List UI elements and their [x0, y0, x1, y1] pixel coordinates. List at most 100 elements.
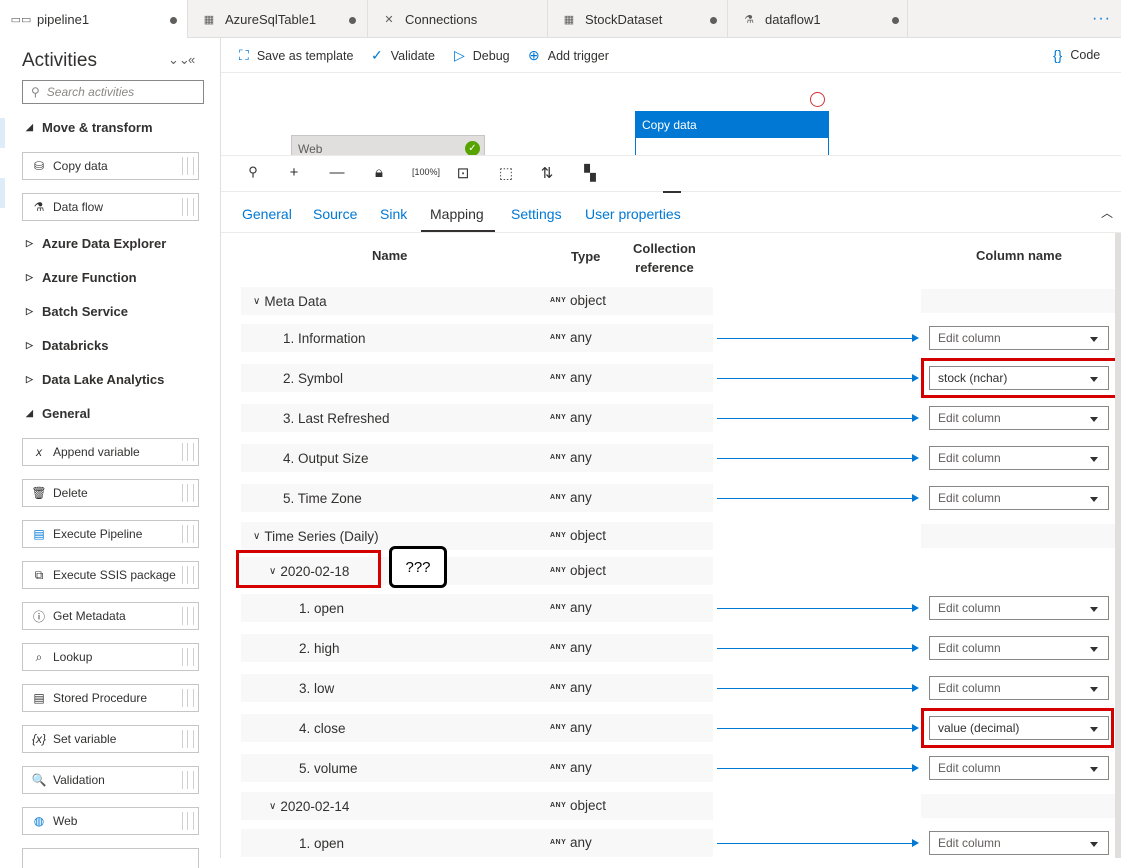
tab-user-properties[interactable]: User properties — [585, 206, 681, 222]
more-tabs-icon[interactable]: ··· — [1092, 10, 1111, 28]
activity-web[interactable]: ◍ Web — [22, 807, 199, 835]
collapse-sidebar-icon[interactable]: « — [188, 52, 195, 67]
column-select[interactable]: Edit column — [929, 636, 1109, 660]
auto-align-icon[interactable]: ⇅ — [537, 164, 557, 182]
drag-handle-icon[interactable] — [182, 157, 194, 175]
drag-handle-icon[interactable] — [182, 771, 194, 789]
row-name: 2. high — [299, 640, 340, 656]
mapping-row[interactable]: 5. Time Zone — [241, 484, 713, 512]
mapping-row[interactable]: 3. Last Refreshed — [241, 404, 713, 432]
column-select[interactable]: Edit column — [929, 406, 1109, 430]
group-move-transform[interactable]: ◢ Move & transform — [26, 120, 153, 135]
column-select[interactable]: Edit column — [929, 486, 1109, 510]
tab-azuresqltable1[interactable]: ▦ AzureSqlTable1 — [188, 0, 368, 38]
chevron-down-icon — [1090, 337, 1098, 342]
chevron-down-icon[interactable]: ∨ — [253, 296, 260, 307]
layout-icon[interactable]: ▚ — [580, 164, 600, 182]
mapping-row[interactable]: 2. high — [241, 634, 713, 662]
search-icon[interactable]: ⚲ — [243, 164, 263, 180]
chevron-down-icon[interactable]: ∨ — [269, 801, 276, 812]
activity-execute-pipeline[interactable]: ▤ Execute Pipeline — [22, 520, 199, 548]
drag-handle-icon[interactable] — [182, 730, 194, 748]
drag-handle-icon[interactable] — [182, 443, 194, 461]
activity-append-variable[interactable]: x Append variable — [22, 438, 199, 466]
search-activities-input[interactable]: ⚲ Search activities — [22, 80, 204, 104]
chevron-down-icon[interactable]: ∨ — [253, 531, 260, 542]
group-batch-service[interactable]: ▷ Batch Service — [26, 304, 128, 319]
tab-settings[interactable]: Settings — [511, 206, 562, 222]
group-databricks[interactable]: ▷ Databricks — [26, 338, 108, 353]
drag-handle-icon[interactable] — [182, 198, 194, 216]
mapping-row[interactable]: 1. open — [241, 594, 713, 622]
select-icon[interactable]: ⬚ — [496, 164, 516, 182]
zoom-in-icon[interactable]: + — [284, 164, 304, 181]
collapse-panel-icon[interactable]: ︿ — [1101, 204, 1113, 221]
collapse-all-icon[interactable]: ⌄⌄ — [168, 52, 190, 68]
collapsed-caret-icon: ▷ — [26, 374, 33, 384]
web-activity-node[interactable]: Web ✓ — [291, 135, 485, 155]
drag-handle-icon[interactable] — [182, 525, 194, 543]
mapping-row[interactable]: 4. Output Size — [241, 444, 713, 472]
zoom-out-icon[interactable]: — — [327, 164, 347, 181]
validate-button[interactable]: ✓ Validate — [371, 47, 435, 64]
mapping-row-group[interactable]: ∨ Meta Data — [241, 287, 713, 315]
vertical-scrollbar[interactable] — [1115, 233, 1121, 858]
row-type: any — [570, 680, 592, 695]
row-type: any — [570, 370, 592, 385]
group-azure-function[interactable]: ▷ Azure Function — [26, 270, 137, 285]
activity-get-metadata[interactable]: ⓘ Get Metadata — [22, 602, 199, 630]
pipeline-canvas[interactable]: Web ✓ Copy data — [221, 73, 1121, 155]
column-select[interactable]: Edit column — [929, 326, 1109, 350]
mapping-row[interactable]: 1. Information — [241, 324, 713, 352]
activity-validation[interactable]: 🔍 Validation — [22, 766, 199, 794]
column-select[interactable]: Edit column — [929, 446, 1109, 470]
tab-sink[interactable]: Sink — [380, 206, 407, 222]
fit-to-window-icon[interactable]: ⊡ — [453, 164, 473, 182]
row-type: any — [570, 410, 592, 425]
column-select[interactable]: Edit column — [929, 596, 1109, 620]
copy-data-node[interactable]: Copy data — [635, 111, 829, 155]
zoom-100-icon[interactable]: [100%] — [412, 167, 440, 177]
mapping-arrow — [717, 724, 919, 732]
tab-mapping[interactable]: Mapping — [430, 206, 484, 222]
tab-connections[interactable]: ✕ Connections — [368, 0, 548, 38]
drag-handle-icon[interactable] — [182, 484, 194, 502]
column-select[interactable]: Edit column — [929, 756, 1109, 780]
mapping-row[interactable]: 3. low — [241, 674, 713, 702]
activity-delete[interactable]: 🗑 Delete — [22, 479, 199, 507]
mapping-row-group[interactable]: ∨ Time Series (Daily) — [241, 522, 713, 550]
mapping-row[interactable]: 1. open — [241, 829, 713, 857]
activity-execute-ssis-package[interactable]: ⧉ Execute SSIS package — [22, 561, 199, 589]
activity-set-variable[interactable]: {x} Set variable — [22, 725, 199, 753]
drag-handle-icon[interactable] — [182, 566, 194, 584]
activity-partial[interactable] — [22, 848, 199, 868]
tab-pipeline1[interactable]: ▭▭ pipeline1 — [0, 0, 188, 39]
mapping-row[interactable]: 4. close — [241, 714, 713, 742]
group-azure-data-explorer[interactable]: ▷ Azure Data Explorer — [26, 236, 166, 251]
tab-source[interactable]: Source — [313, 206, 357, 222]
mapping-row[interactable]: 2. Symbol — [241, 364, 713, 392]
save-as-template-button[interactable]: ⛶ Save as template — [239, 47, 353, 64]
column-value: Edit column — [938, 451, 1001, 465]
column-select[interactable]: Edit column — [929, 831, 1109, 855]
mapping-row-group[interactable]: ∨ 2020-02-14 — [241, 792, 713, 820]
drag-handle-icon[interactable] — [182, 607, 194, 625]
add-trigger-button[interactable]: ⊕ Add trigger — [528, 47, 609, 64]
drag-handle-icon[interactable] — [182, 812, 194, 830]
group-data-lake-analytics[interactable]: ▷ Data Lake Analytics — [26, 372, 164, 387]
mapping-row[interactable]: 5. volume — [241, 754, 713, 782]
code-button[interactable]: {} Code — [1053, 47, 1100, 63]
tab-dataflow1[interactable]: ⚗ dataflow1 — [728, 0, 908, 38]
debug-button[interactable]: ▷ Debug — [454, 47, 510, 64]
column-select[interactable]: Edit column — [929, 676, 1109, 700]
drag-handle-icon[interactable] — [182, 689, 194, 707]
group-general[interactable]: ◢ General — [26, 406, 90, 421]
lock-icon[interactable]: 🔒︎ — [369, 164, 389, 181]
activity-lookup[interactable]: ⌕ Lookup — [22, 643, 199, 671]
activity-stored-procedure[interactable]: ▤ Stored Procedure — [22, 684, 199, 712]
activity-data-flow[interactable]: ⚗ Data flow — [22, 193, 199, 221]
tab-general[interactable]: General — [242, 206, 292, 222]
activity-copy-data[interactable]: ⛁ Copy data — [22, 152, 199, 180]
drag-handle-icon[interactable] — [182, 648, 194, 666]
tab-stockdataset[interactable]: ▦ StockDataset — [548, 0, 728, 38]
